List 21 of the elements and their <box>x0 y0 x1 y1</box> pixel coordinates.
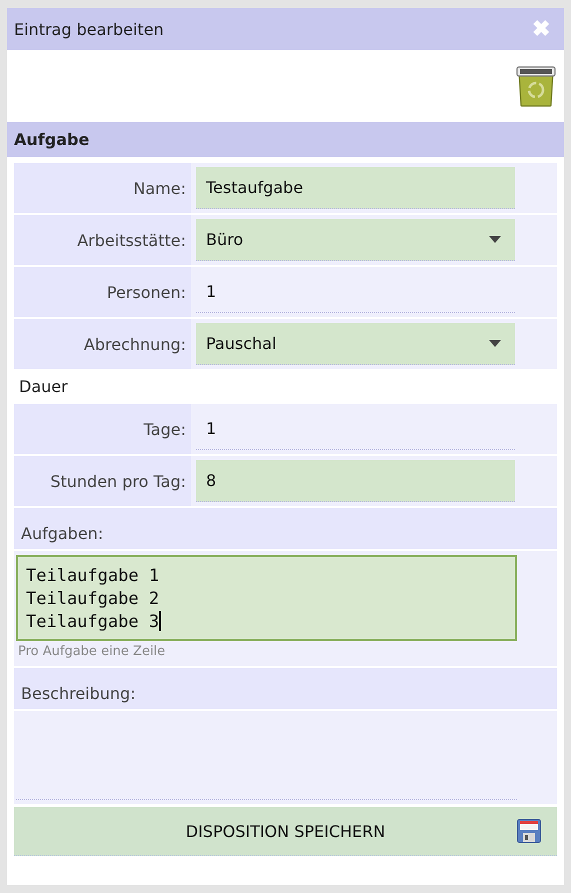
field-label: Beschreibung: <box>21 684 136 703</box>
field-label: Name: <box>14 163 191 213</box>
input-field[interactable]: Testaufgabe <box>196 167 515 209</box>
hint-text: Pro Aufgabe eine Zeile <box>17 643 166 661</box>
field-label: Abrechnung: <box>14 319 191 369</box>
trash-icon[interactable] <box>515 65 557 107</box>
save-button[interactable]: DISPOSITION SPEICHERN <box>14 807 557 856</box>
dropdown-caret-icon <box>489 340 501 347</box>
select-field[interactable]: Büro <box>196 219 515 261</box>
field-label: Tage: <box>14 404 191 454</box>
select-field[interactable]: Pauschal <box>196 323 515 365</box>
dialog-title: Eintrag bearbeiten <box>14 20 164 38</box>
section-heading: Aufgabe <box>7 122 564 157</box>
dropdown-caret-icon <box>489 236 501 243</box>
input-field[interactable]: 8 <box>196 460 515 502</box>
group-heading: Dauer <box>18 376 69 398</box>
field-label: Aufgaben: <box>21 524 104 543</box>
field-label: Stunden pro Tag: <box>14 456 191 506</box>
field-label: Personen: <box>14 267 191 317</box>
field-label: Arbeitsstätte: <box>14 215 191 265</box>
tasks-textarea[interactable]: Teilaufgabe 1 Teilaufgabe 2 Teilaufgabe 3 <box>16 555 517 641</box>
